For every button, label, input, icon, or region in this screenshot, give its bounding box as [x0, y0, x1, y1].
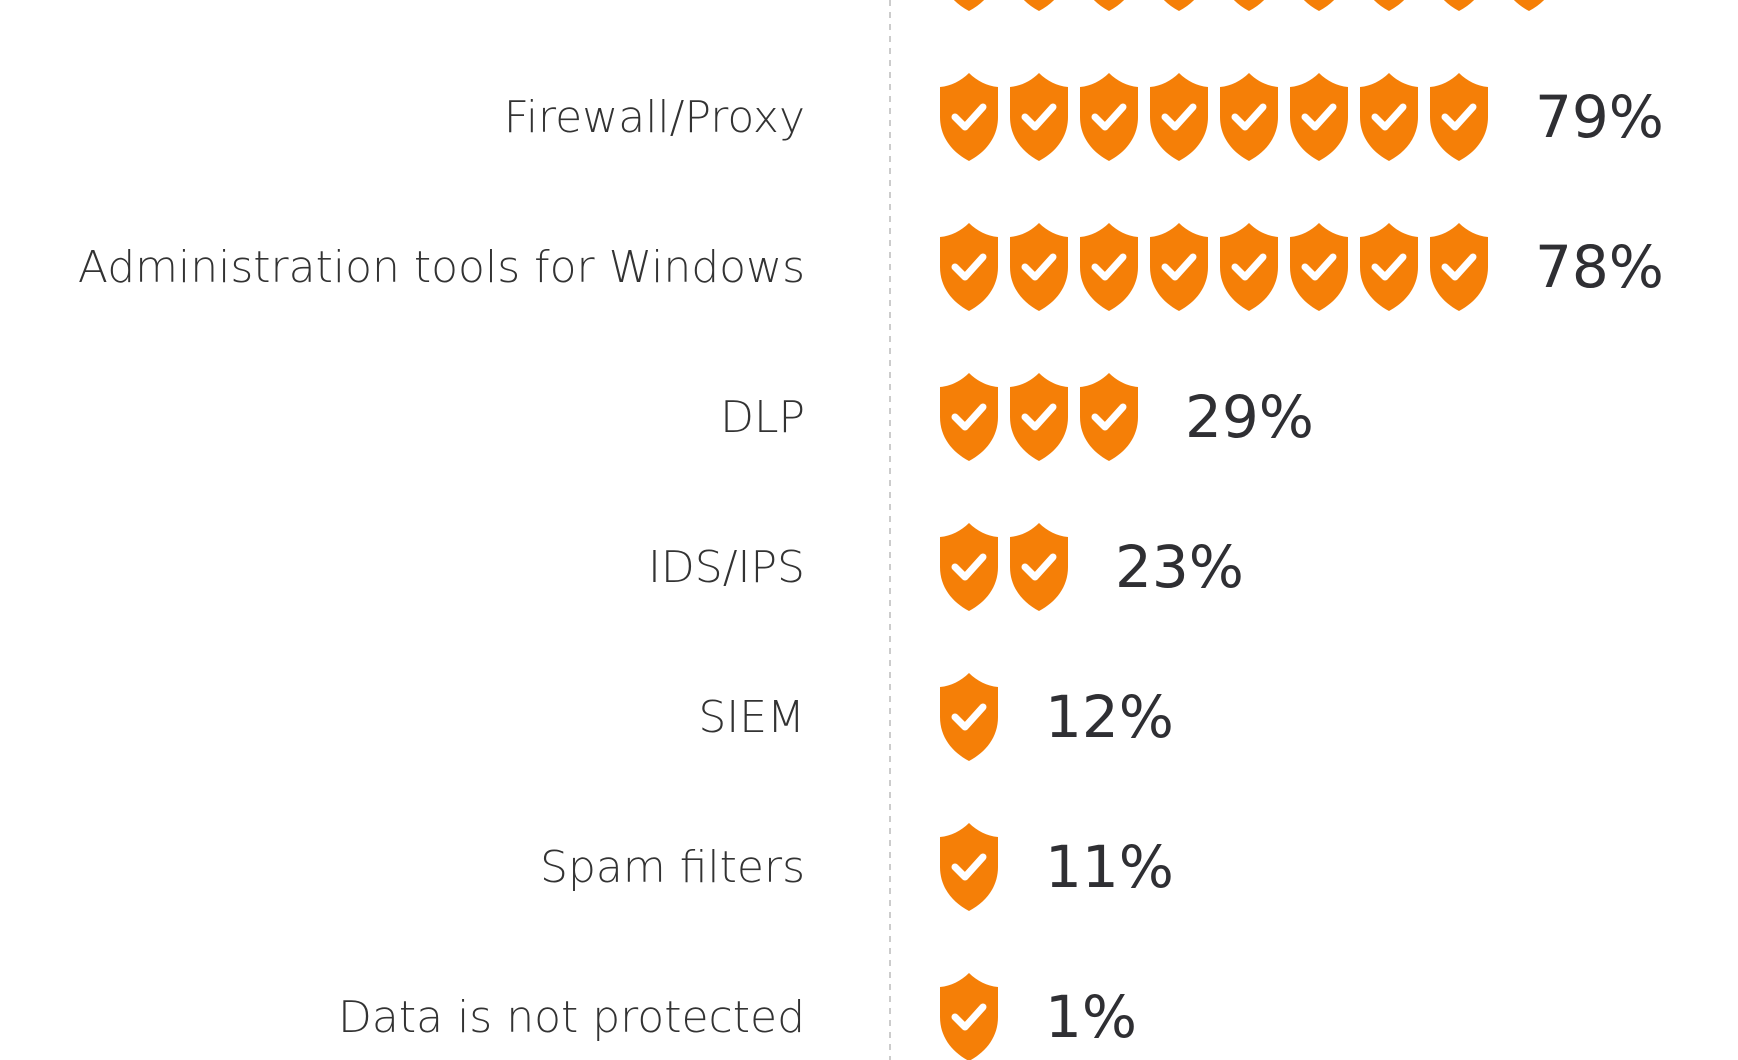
category-label: Administration tools for Windows	[78, 242, 805, 293]
shield-check-icon	[1304, 0, 1334, 11]
shield-check-icon	[1444, 0, 1474, 11]
shield-check-icon	[940, 973, 998, 1060]
chart-row	[954, 0, 1544, 11]
shield-check-icon	[1164, 0, 1194, 11]
shield-check-icon	[1360, 73, 1418, 161]
chart-row: Administration tools for Windows 78%	[78, 223, 1664, 311]
shield-check-icon	[1374, 0, 1404, 11]
chart-row: Firewall/Proxy 79%	[504, 73, 1664, 161]
value-label: 79%	[1535, 83, 1664, 151]
shield-check-icon	[1024, 0, 1054, 11]
chart-row: DLP 29%	[720, 373, 1314, 461]
category-label: DLP	[720, 392, 805, 443]
value-label: 11%	[1045, 833, 1174, 901]
shield-check-icon	[1220, 73, 1278, 161]
chart-row: IDS/IPS 23%	[648, 523, 1244, 611]
shield-check-icon	[1080, 73, 1138, 161]
shield-check-icon	[1150, 73, 1208, 161]
shield-check-icon	[1010, 223, 1068, 311]
category-label: Data is not protected	[338, 992, 805, 1043]
shield-check-icon	[940, 373, 998, 461]
shield-chart: Firewall/Proxy 79% Administration tools fo…	[78, 0, 1664, 1060]
shield-check-icon	[954, 0, 984, 11]
shield-check-icon	[1010, 373, 1068, 461]
value-label: 23%	[1115, 533, 1244, 601]
chart-row: SIEM 12%	[698, 673, 1174, 761]
shield-check-icon	[940, 223, 998, 311]
shield-check-icon	[1080, 373, 1138, 461]
shield-check-icon	[1514, 0, 1544, 11]
value-label: 78%	[1535, 233, 1664, 301]
shield-check-icon	[1150, 223, 1208, 311]
chart-rows: Firewall/Proxy 79% Administration tools fo…	[78, 0, 1664, 1060]
shield-check-icon	[1290, 73, 1348, 161]
shield-check-icon	[1010, 523, 1068, 611]
shield-check-icon	[1430, 223, 1488, 311]
category-label: Spam filters	[540, 842, 805, 893]
chart-row: Data is not protected 1%	[338, 973, 1137, 1060]
shield-check-icon	[1220, 223, 1278, 311]
chart-row: Spam filters 11%	[540, 823, 1174, 911]
shield-check-icon	[940, 673, 998, 761]
shield-check-icon	[940, 823, 998, 911]
shield-check-icon	[1094, 0, 1124, 11]
shield-check-icon	[1290, 223, 1348, 311]
value-label: 29%	[1185, 383, 1314, 451]
category-label: IDS/IPS	[648, 542, 805, 593]
category-label: SIEM	[698, 692, 805, 743]
shield-check-icon	[940, 73, 998, 161]
shield-check-icon	[1234, 0, 1264, 11]
shield-check-icon	[1430, 73, 1488, 161]
value-label: 12%	[1045, 683, 1174, 751]
value-label: 1%	[1045, 983, 1137, 1051]
shield-check-icon	[1360, 223, 1418, 311]
category-label: Firewall/Proxy	[504, 92, 805, 143]
shield-check-icon	[1010, 73, 1068, 161]
shield-check-icon	[940, 523, 998, 611]
shield-check-icon	[1080, 223, 1138, 311]
